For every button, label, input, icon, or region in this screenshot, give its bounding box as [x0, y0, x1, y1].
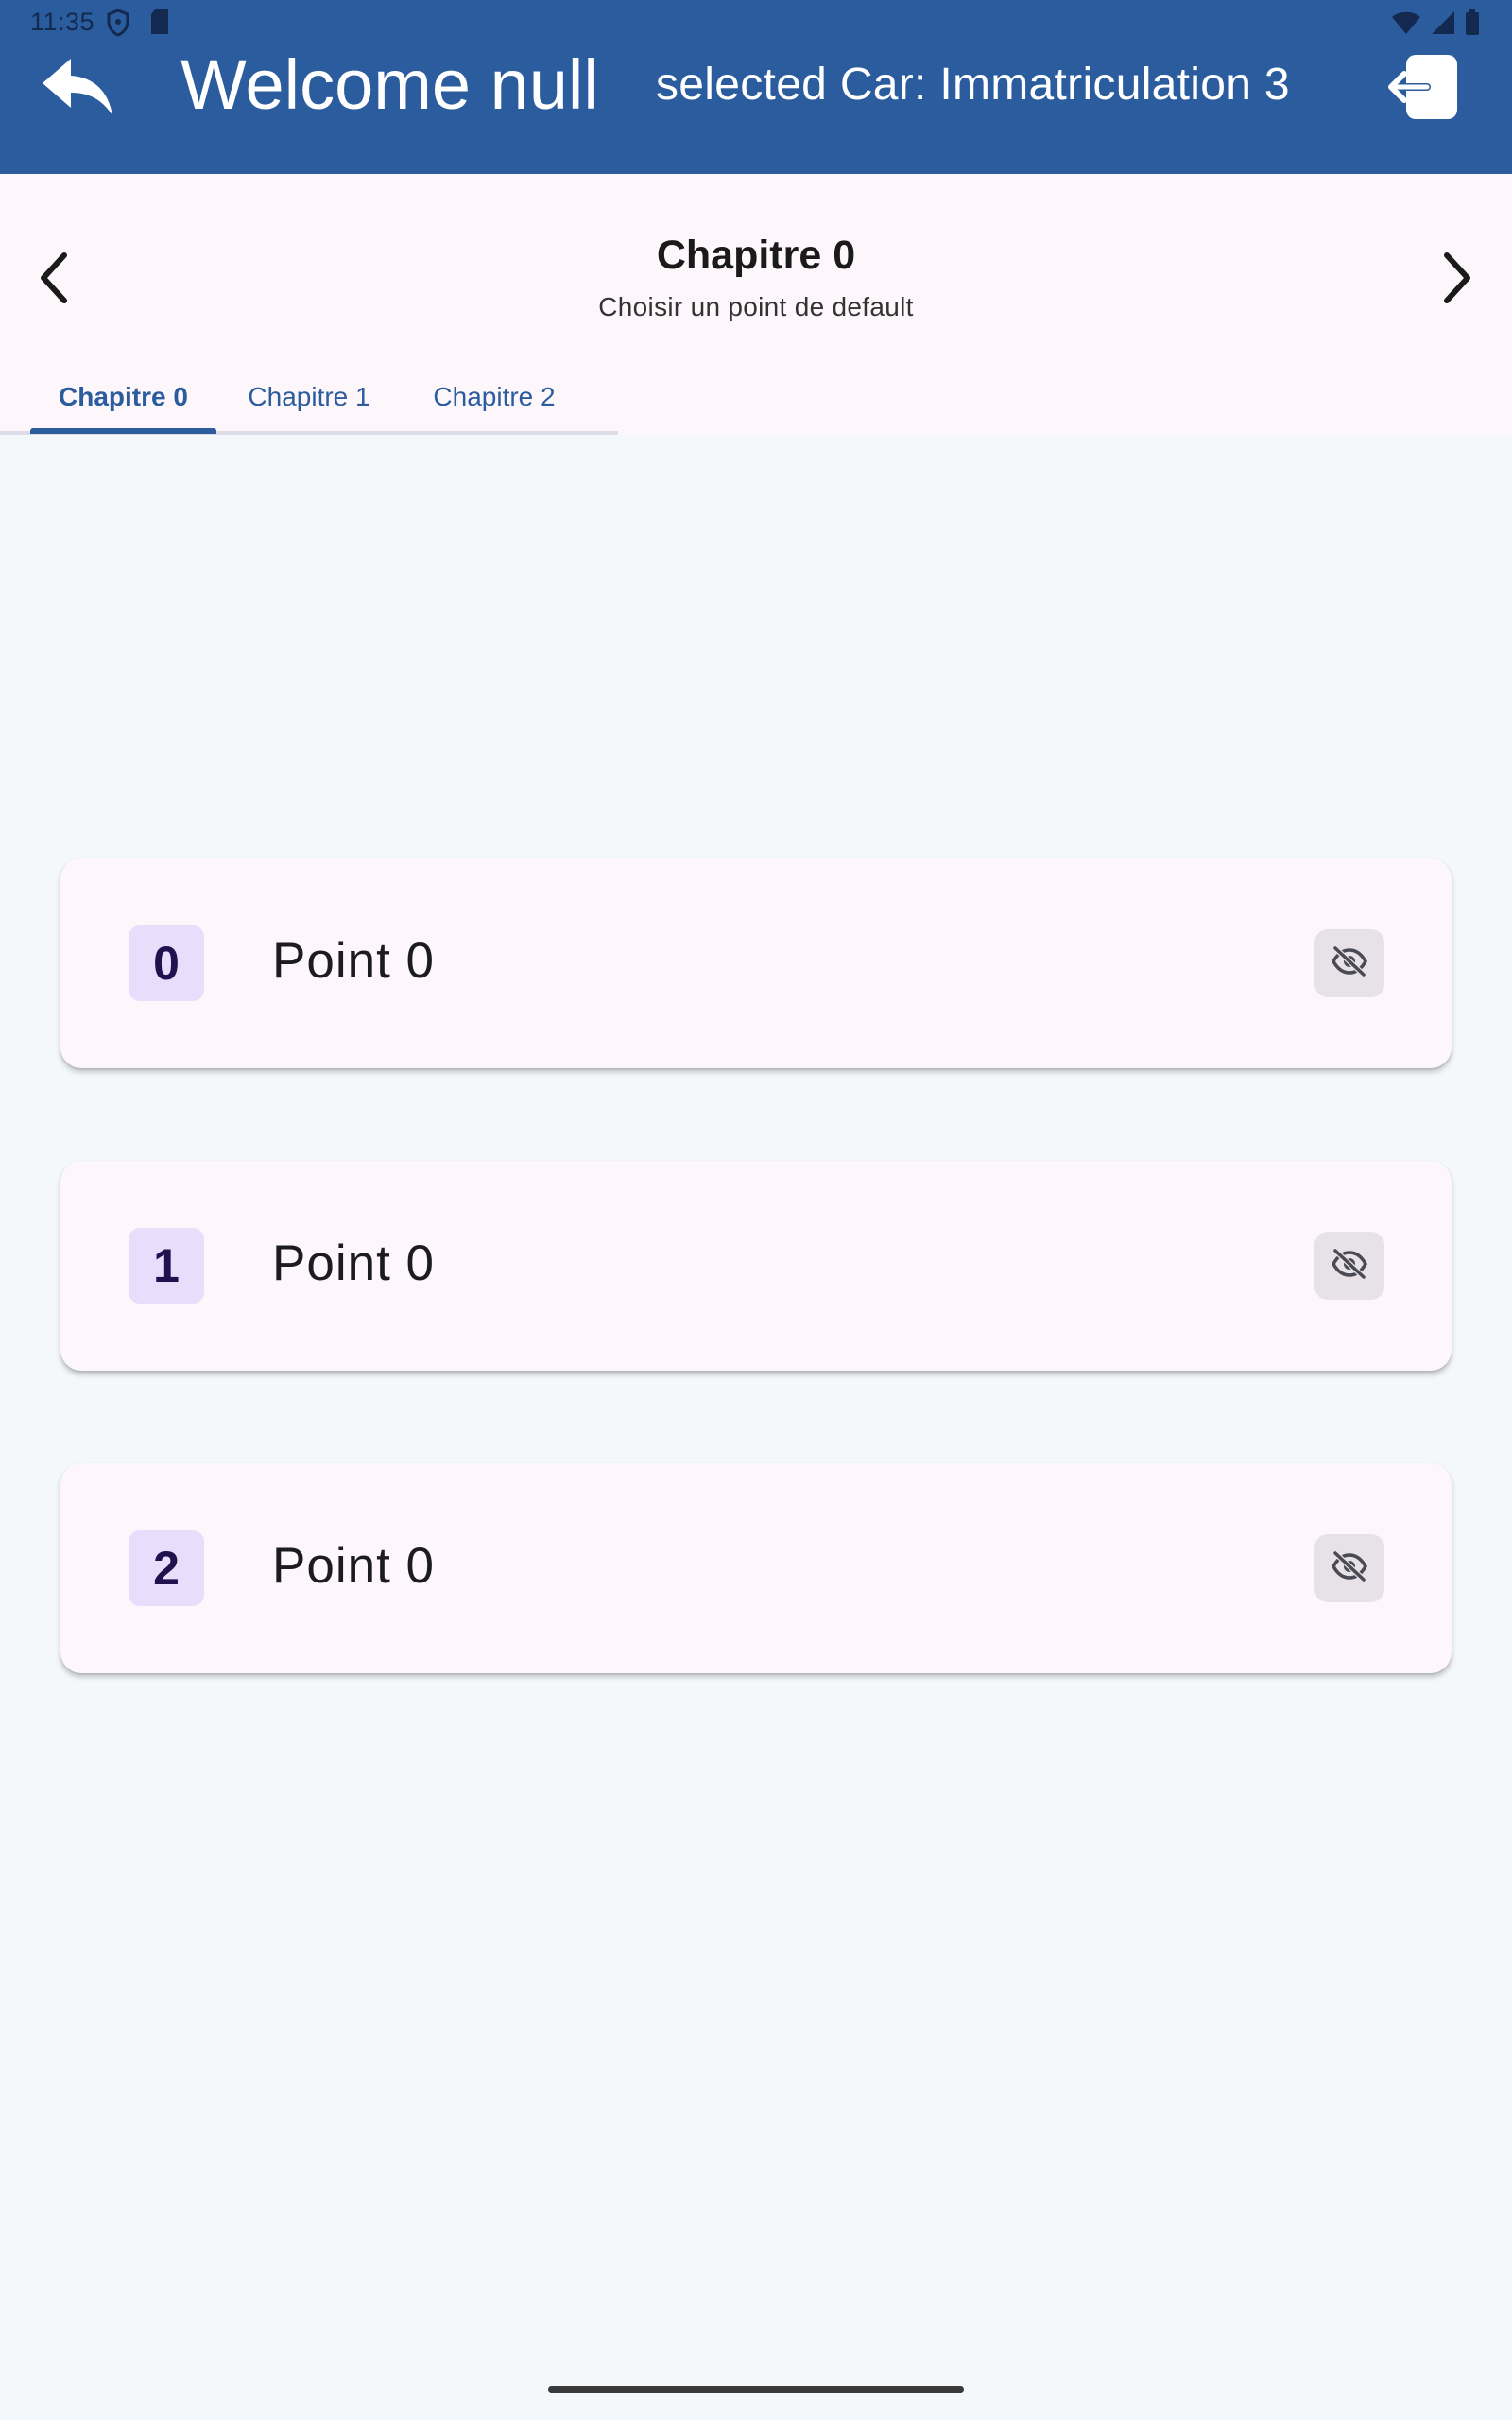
point-card[interactable]: 2 Point 0 — [60, 1463, 1452, 1673]
chapter-subtitle: Choisir un point de default — [598, 292, 914, 321]
point-index-badge: 1 — [129, 1228, 204, 1304]
eye-off-icon — [1331, 1550, 1368, 1586]
selected-car-label: selected Car: Immatriculation 3 — [656, 60, 1290, 110]
status-bar: 11:35 — [0, 0, 1512, 45]
wifi-icon — [1391, 10, 1421, 42]
visibility-toggle-button[interactable] — [1314, 1232, 1384, 1300]
visibility-toggle-button[interactable] — [1314, 1534, 1384, 1602]
point-card[interactable]: 0 Point 0 — [60, 858, 1452, 1068]
back-button[interactable] — [34, 51, 121, 127]
point-index-badge: 2 — [129, 1530, 204, 1606]
welcome-title: Welcome null — [180, 45, 599, 124]
battery-icon — [1465, 9, 1480, 43]
eye-off-icon — [1331, 945, 1368, 981]
eye-off-icon — [1331, 1248, 1368, 1284]
point-label: Point 0 — [272, 933, 436, 989]
app-bar: 11:35 Welcome null selected Car: Immatri… — [0, 0, 1512, 174]
sd-card-icon — [149, 9, 170, 43]
shield-icon — [106, 9, 130, 43]
status-time: 11:35 — [30, 8, 95, 36]
active-tab-indicator — [30, 428, 216, 434]
home-indicator[interactable] — [548, 2386, 964, 2393]
reply-arrow-icon — [39, 55, 116, 124]
tab-chapitre-0[interactable]: Chapitre 0 — [30, 364, 216, 430]
chevron-right-icon — [1439, 250, 1477, 311]
point-label: Point 0 — [272, 1538, 436, 1594]
visibility-toggle-button[interactable] — [1314, 929, 1384, 997]
next-chapter-button[interactable] — [1430, 244, 1486, 316]
logout-button[interactable] — [1383, 51, 1464, 127]
point-card[interactable]: 1 Point 0 — [60, 1161, 1452, 1371]
tab-chapitre-2[interactable]: Chapitre 2 — [402, 364, 587, 430]
chapter-title: Chapitre 0 — [656, 233, 856, 278]
point-label: Point 0 — [272, 1236, 436, 1291]
logout-icon — [1385, 51, 1461, 128]
signal-icon — [1431, 10, 1455, 42]
tab-chapitre-1[interactable]: Chapitre 1 — [216, 364, 402, 430]
point-index-badge: 0 — [129, 925, 204, 1001]
